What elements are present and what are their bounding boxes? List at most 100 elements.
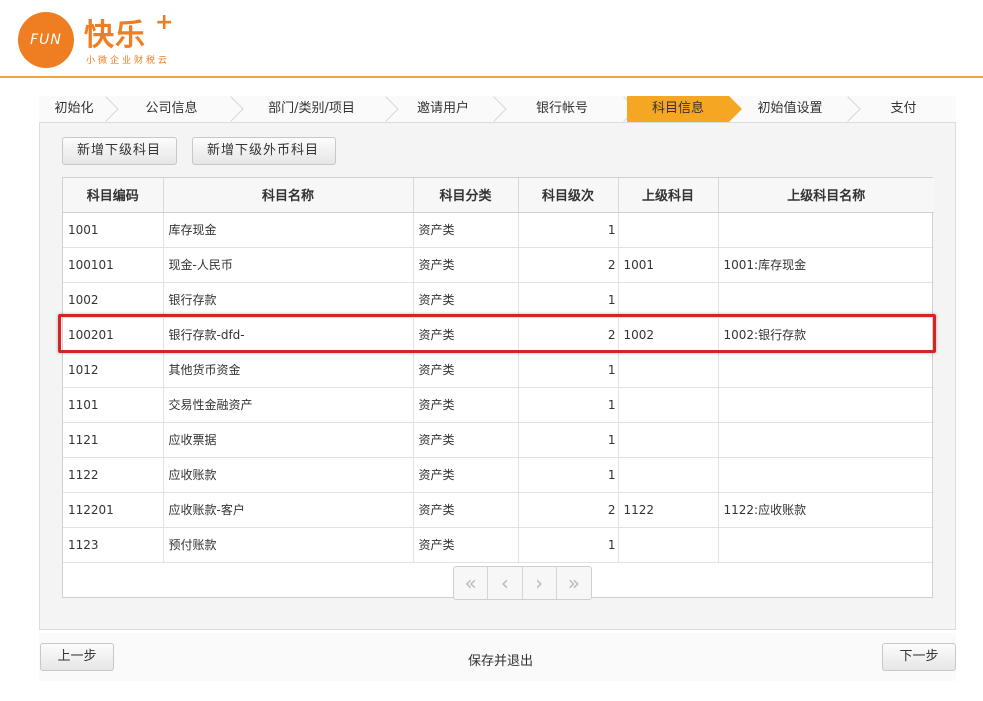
cell-level: 1 [518, 457, 619, 493]
cell-category: 资产类 [413, 492, 519, 528]
brand-subtitle: 小微企业财税云 [86, 56, 171, 66]
header-code[interactable]: 科目编码 [63, 178, 164, 213]
cell-category: 资产类 [413, 527, 519, 563]
last-page-icon[interactable]: » [557, 567, 591, 599]
brand-logo: FUN [18, 12, 74, 68]
cell-name: 应收账款-客户 [163, 492, 414, 528]
cell-parent-name [718, 422, 934, 458]
main-panel: 新增下级科目 新增下级外币科目 科目编码 科目名称 科目分类 科目级次 上级科目… [39, 122, 956, 630]
cell-category: 资产类 [413, 422, 519, 458]
header-level[interactable]: 科目级次 [518, 178, 619, 213]
table-row[interactable]: 112201 应收账款-客户 资产类 2 1122 1122:应收账款 [63, 492, 934, 528]
cell-name: 银行存款 [163, 282, 414, 318]
cell-parent [618, 282, 719, 318]
cell-category: 资产类 [413, 317, 519, 353]
cell-category: 资产类 [413, 282, 519, 318]
cell-parent-name [718, 212, 934, 248]
table-row[interactable]: 1001 库存现金 资产类 1 [63, 212, 934, 248]
cell-parent-name: 1002:银行存款 [718, 317, 934, 353]
header-category[interactable]: 科目分类 [413, 178, 519, 213]
cell-parent-name [718, 527, 934, 563]
cell-parent-name [718, 387, 934, 423]
cell-code: 1012 [63, 352, 164, 388]
pagination: « ‹ › » [453, 566, 592, 600]
cell-parent-name [718, 282, 934, 318]
cell-category: 资产类 [413, 352, 519, 388]
add-sub-fx-subject-button[interactable]: 新增下级外币科目 [192, 137, 336, 165]
subject-grid: 科目编码 科目名称 科目分类 科目级次 上级科目 上级科目名称 1001 库存现… [62, 177, 934, 600]
cell-name: 交易性金融资产 [163, 387, 414, 423]
cell-code: 112201 [63, 492, 164, 528]
table-row-selected[interactable]: 100201 银行存款-dfd- 资产类 2 1002 1002:银行存款 [63, 317, 934, 353]
cell-name: 应收账款 [163, 457, 414, 493]
header-name[interactable]: 科目名称 [163, 178, 414, 213]
step-payment[interactable]: 支付 [851, 96, 956, 122]
cell-code: 1001 [63, 212, 164, 248]
cell-name: 银行存款-dfd- [163, 317, 414, 353]
brand-plus-icon: + [155, 10, 174, 35]
cell-parent [618, 527, 719, 563]
step-init[interactable]: 初始化 [39, 96, 109, 122]
cell-category: 资产类 [413, 387, 519, 423]
cell-category: 资产类 [413, 457, 519, 493]
subject-table: 科目编码 科目名称 科目分类 科目级次 上级科目 上级科目名称 1001 库存现… [63, 178, 934, 563]
next-step-button[interactable]: 下一步 [882, 643, 956, 671]
cell-name: 现金-人民币 [163, 247, 414, 283]
table-row[interactable]: 1121 应收票据 资产类 1 [63, 422, 934, 458]
cell-category: 资产类 [413, 247, 519, 283]
cell-name: 应收票据 [163, 422, 414, 458]
table-row[interactable]: 100101 现金-人民币 资产类 2 1001 1001:库存现金 [63, 247, 934, 283]
table-row[interactable]: 1101 交易性金融资产 资产类 1 [63, 387, 934, 423]
cell-parent [618, 457, 719, 493]
cell-parent: 1002 [618, 317, 719, 353]
cell-name: 其他货币资金 [163, 352, 414, 388]
table-row[interactable]: 1012 其他货币资金 资产类 1 [63, 352, 934, 388]
step-departments[interactable]: 部门/类别/项目 [234, 96, 389, 122]
cell-level: 1 [518, 422, 619, 458]
step-invite-users[interactable]: 邀请用户 [389, 96, 497, 122]
cell-parent [618, 422, 719, 458]
brand-title: 快乐 [84, 18, 146, 53]
header-parent-name[interactable]: 上级科目名称 [718, 178, 934, 213]
step-bank-accounts[interactable]: 银行帐号 [497, 96, 627, 122]
cell-level: 2 [518, 317, 619, 353]
cell-parent [618, 352, 719, 388]
cell-level: 1 [518, 282, 619, 318]
cell-code: 1121 [63, 422, 164, 458]
table-row[interactable]: 1122 应收账款 资产类 1 [63, 457, 934, 493]
cell-parent: 1122 [618, 492, 719, 528]
save-exit-link[interactable]: 保存并退出 [468, 650, 533, 669]
cell-code: 1122 [63, 457, 164, 493]
cell-parent [618, 387, 719, 423]
table-row[interactable]: 1002 银行存款 资产类 1 [63, 282, 934, 318]
cell-name: 预付账款 [163, 527, 414, 563]
app-header: FUN 快乐 + 小微企业财税云 [0, 0, 983, 78]
cell-parent-name [718, 352, 934, 388]
cell-parent: 1001 [618, 247, 719, 283]
cell-level: 2 [518, 492, 619, 528]
cell-level: 1 [518, 387, 619, 423]
next-page-icon[interactable]: › [523, 567, 557, 599]
cell-parent-name [718, 457, 934, 493]
prev-page-icon[interactable]: ‹ [488, 567, 523, 599]
first-page-icon[interactable]: « [454, 567, 489, 599]
cell-level: 2 [518, 247, 619, 283]
wizard-steps: 初始化 公司信息 部门/类别/项目 邀请用户 银行帐号 科目信息 初始值设置 支… [39, 96, 956, 122]
cell-code: 100201 [63, 317, 164, 353]
header-parent[interactable]: 上级科目 [618, 178, 719, 213]
step-subject-info[interactable]: 科目信息 [627, 96, 742, 122]
cell-parent-name: 1001:库存现金 [718, 247, 934, 283]
cell-name: 库存现金 [163, 212, 414, 248]
table-row[interactable]: 1123 预付账款 资产类 1 [63, 527, 934, 563]
prev-step-button[interactable]: 上一步 [40, 643, 114, 671]
table-header-row: 科目编码 科目名称 科目分类 科目级次 上级科目 上级科目名称 [63, 178, 934, 213]
add-sub-subject-button[interactable]: 新增下级科目 [62, 137, 177, 165]
step-initial-values[interactable]: 初始值设置 [729, 96, 851, 122]
step-company-info[interactable]: 公司信息 [109, 96, 234, 122]
cell-code: 1002 [63, 282, 164, 318]
cell-code: 1101 [63, 387, 164, 423]
cell-level: 1 [518, 527, 619, 563]
footer-bar: 上一步 保存并退出 下一步 [39, 633, 956, 681]
cell-level: 1 [518, 352, 619, 388]
cell-parent [618, 212, 719, 248]
